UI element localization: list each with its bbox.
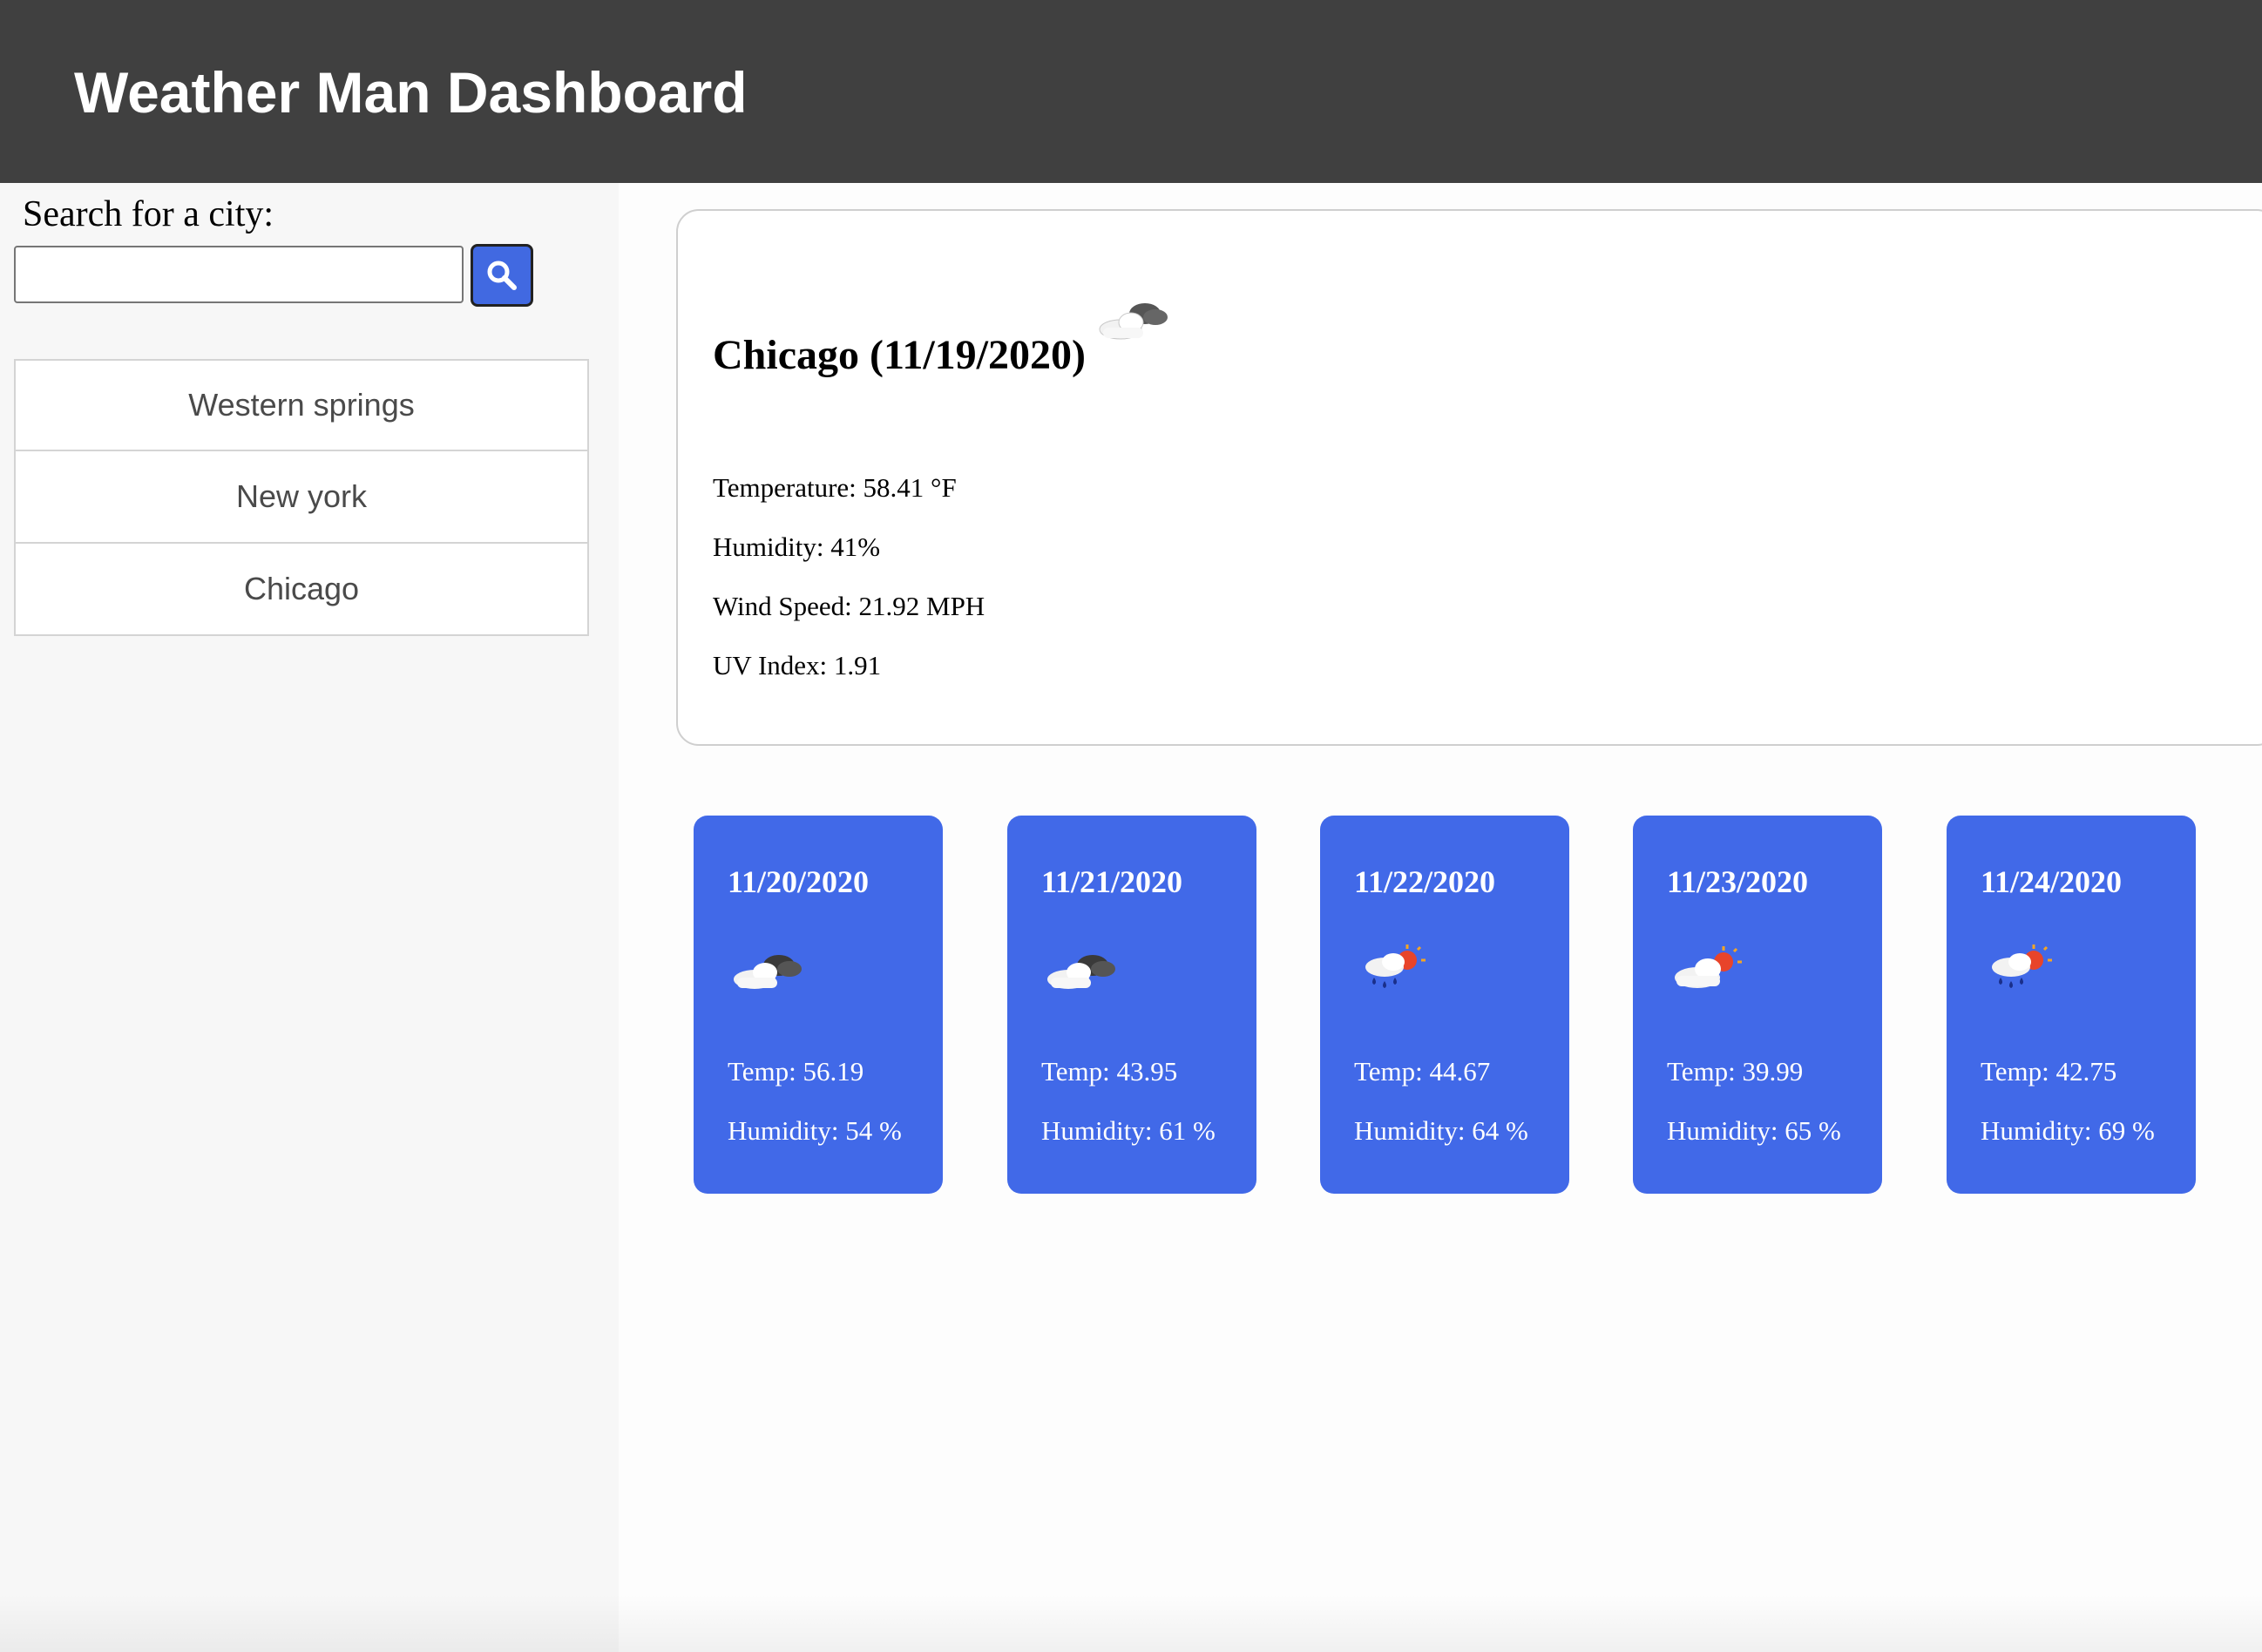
search-button[interactable] <box>471 244 533 307</box>
forecast-card: 11/21/2020 Temp: 43.95 Humidity: 61 % <box>1007 816 1256 1194</box>
cloudy-icon <box>734 955 802 989</box>
forecast-date: 11/23/2020 <box>1667 864 1809 899</box>
forecast-humidity: Humidity: 54 % <box>728 1115 902 1146</box>
forecast-humidity: Humidity: 61 % <box>1041 1115 1216 1146</box>
forecast-date: 11/21/2020 <box>1041 864 1183 899</box>
current-city-title: Chicago (11/19/2020) <box>713 332 1086 378</box>
city-history-item[interactable]: Western springs <box>14 359 589 451</box>
city-history-item[interactable]: Chicago <box>14 544 589 636</box>
cloudy-icon <box>1099 303 1168 340</box>
forecast-temp: Temp: 43.95 <box>1041 1056 1178 1087</box>
rain-sun-icon <box>1992 944 2052 988</box>
forecast-humidity: Humidity: 69 % <box>1981 1115 2155 1146</box>
page-title: Weather Man Dashboard <box>74 60 748 125</box>
forecast-humidity: Humidity: 64 % <box>1354 1115 1528 1146</box>
forecast-temp: Temp: 56.19 <box>728 1056 864 1087</box>
current-wind-speed: Wind Speed: 21.92 MPH <box>713 591 985 621</box>
current-weather-card: Chicago (11/19/2020) Temperature: 58.41 … <box>676 209 2262 746</box>
search-icon <box>487 261 517 290</box>
forecast-temp: Temp: 39.99 <box>1667 1056 1804 1087</box>
forecast-temp: Temp: 42.75 <box>1981 1056 2117 1087</box>
current-temperature: Temperature: 58.41 °F <box>713 472 957 503</box>
forecast-humidity: Humidity: 65 % <box>1667 1115 1841 1146</box>
rain-sun-icon <box>1365 944 1426 988</box>
cloudy-icon <box>1047 955 1115 989</box>
forecast-date: 11/22/2020 <box>1354 864 1496 899</box>
search-history-list: Western springs New york Chicago <box>14 359 589 636</box>
forecast-card: 11/24/2020 Temp: 42.75 Humidity: 69 % <box>1947 816 2196 1194</box>
forecast-date: 11/24/2020 <box>1981 864 2123 899</box>
search-label: Search for a city: <box>23 194 274 234</box>
current-humidity: Humidity: 41% <box>713 531 881 562</box>
forecast-card: 11/22/2020 Temp: 44.67 Humidity: 64 % <box>1320 816 1569 1194</box>
forecast-card: 11/20/2020 Temp: 56.19 Humidity: 54 % <box>694 816 943 1194</box>
header-bar: Weather Man Dashboard <box>0 0 2262 183</box>
search-input[interactable] <box>14 246 464 303</box>
partly-cloudy-icon <box>1675 946 1742 988</box>
sidebar: Search for a city: Western springs New y… <box>0 183 619 1652</box>
forecast-temp: Temp: 44.67 <box>1354 1056 1491 1087</box>
current-uv-index: UV Index: 1.91 <box>713 650 882 680</box>
city-history-item[interactable]: New york <box>14 451 589 544</box>
forecast-card: 11/23/2020 Temp: 39.99 Humidity: 65 % <box>1633 816 1882 1194</box>
forecast-date: 11/20/2020 <box>728 864 870 899</box>
